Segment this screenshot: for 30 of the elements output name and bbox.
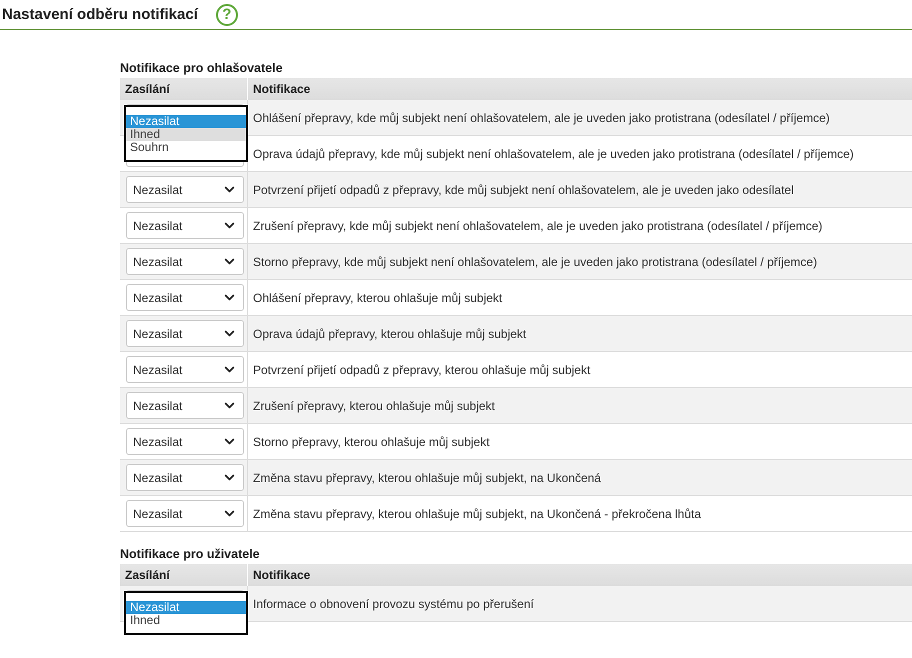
table-cell-text: Oprava údajů přepravy, kde můj subjekt není ohlašovatelem, ale je uveden jako protistrana (odesílatel / příjemce)	[252, 146, 855, 162]
table-cell-text: Změna stavu přepravy, kterou ohlašuje můj subjekt, na Ukončená	[252, 470, 602, 486]
section-heading: Notifikace pro uživatele	[120, 546, 261, 563]
column-header: Notifikace	[252, 81, 312, 98]
table-cell-text: Změna stavu přepravy, kterou ohlašuje můj subjekt, na Ukončená - překročena lhůta	[252, 506, 702, 522]
dropdown-select[interactable]: Nezasilat	[126, 284, 244, 311]
dropdown-select[interactable]: Nezasilat	[126, 176, 244, 203]
dropdown-select[interactable]: Nezasilat	[126, 392, 244, 419]
dropdown-select[interactable]: Nezasilat	[126, 428, 244, 455]
table-cell-text: Ohlášení přepravy, kde můj subjekt není ohlašovatelem, ale je uveden jako protistrana (odesílatel / příjemce)	[252, 110, 831, 126]
dropdown-select[interactable]: Nezasilat	[126, 464, 244, 491]
section-heading: Notifikace pro ohlašovatele	[120, 60, 284, 77]
table-cell-text: Informace o obnovení provozu systému po přerušení	[252, 596, 535, 612]
column-header: Notifikace	[252, 567, 312, 584]
dropdown-select[interactable]: Nezasilat	[126, 212, 244, 239]
dropdown-select[interactable]: Nezasilat	[126, 248, 244, 275]
table-cell-text: Ohlášení přepravy, kterou ohlašuje můj subjekt	[252, 290, 504, 306]
dropdown-option[interactable]: Ihned	[126, 128, 246, 141]
dropdown-option[interactable]: Ihned	[126, 614, 246, 627]
table-cell-text: Oprava údajů přepravy, kterou ohlašuje můj subjekt	[252, 326, 528, 342]
table-cell-text: Potvrzení přijetí odpadů z přepravy, kterou ohlašuje můj subjekt	[252, 362, 592, 378]
dropdown-select[interactable]: Nezasilat	[126, 500, 244, 527]
table-cell-text: Potvrzení přijetí odpadů z přepravy, kde můj subjekt není ohlašovatelem, ale je uveden jako odesílatel	[252, 182, 795, 198]
table-cell-text: Zrušení přepravy, kterou ohlašuje můj subjekt	[252, 398, 496, 414]
table-cell-text: Storno přepravy, kde můj subjekt není ohlašovatelem, ale je uveden jako protistrana (odesílatel / příjemce)	[252, 254, 818, 270]
table-cell-text: Zrušení přepravy, kde můj subjekt není ohlašovatelem, ale je uveden jako protistrana (odesílatel / příjemce)	[252, 218, 824, 234]
page-title: Nastavení odběru notifikací	[2, 6, 198, 23]
dropdown-select[interactable]: Nezasilat	[126, 320, 244, 347]
table-cell-text: Storno přepravy, kterou ohlašuje můj subjekt	[252, 434, 491, 450]
dropdown-select[interactable]: Nezasilat	[126, 356, 244, 383]
